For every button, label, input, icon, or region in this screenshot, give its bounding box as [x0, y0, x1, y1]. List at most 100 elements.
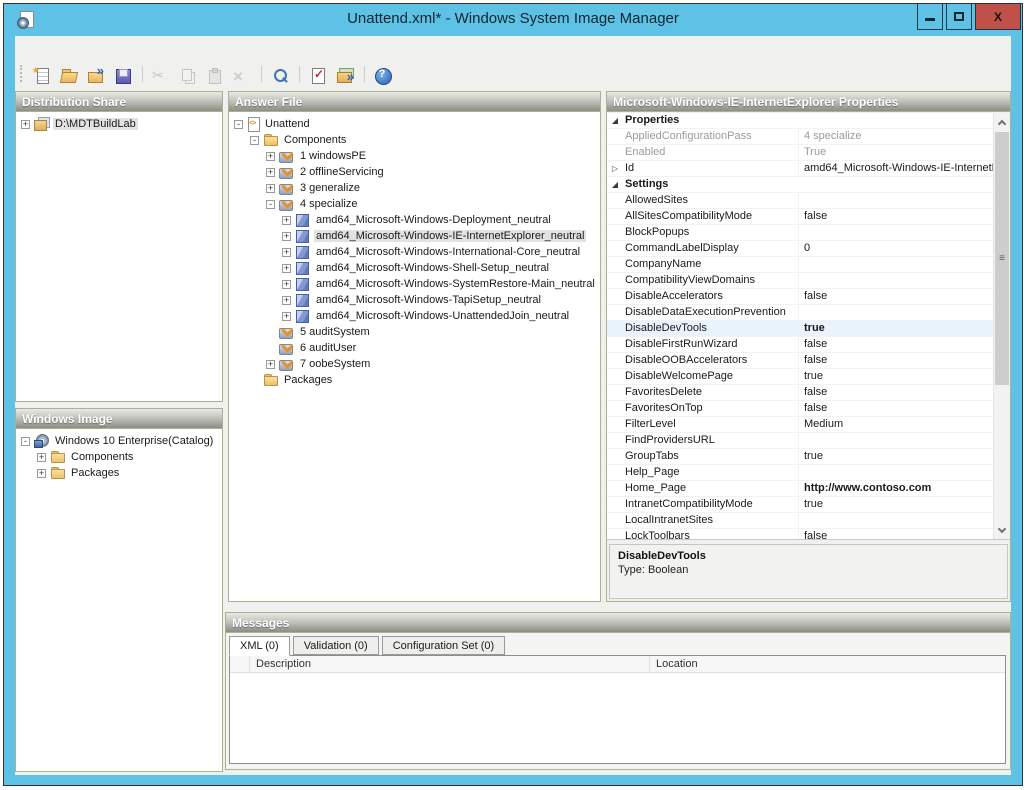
expander-icon[interactable]: +	[282, 296, 291, 305]
save-answer-file-button[interactable]	[111, 63, 136, 85]
maximize-button[interactable]	[946, 4, 972, 30]
tree-item-component[interactable]: + amd64_Microsoft-Windows-International-…	[229, 244, 600, 260]
BlockPopups[interactable]: BlockPopups	[607, 225, 993, 241]
expander-icon[interactable]: +	[266, 168, 275, 177]
Settings[interactable]: Settings	[607, 177, 993, 193]
open-distribution-share-button[interactable]	[84, 63, 109, 85]
property-value[interactable]: false	[799, 353, 993, 368]
menu-item[interactable]	[77, 44, 95, 52]
new-answer-file-button[interactable]	[30, 63, 55, 85]
tab-xml[interactable]: XML (0)	[229, 636, 290, 656]
AppliedConfigurationPass[interactable]: AppliedConfigurationPass 4 specialize	[607, 129, 993, 145]
property-value[interactable]: true	[799, 497, 993, 512]
expander-icon[interactable]: -	[234, 120, 243, 129]
Home_Page[interactable]: Home_Page http://www.contoso.com	[607, 481, 993, 497]
DisableDevTools[interactable]: DisableDevTools true	[607, 321, 993, 337]
menu-item[interactable]	[95, 44, 113, 52]
property-value[interactable]: 4 specialize	[799, 129, 993, 144]
tree-item-pass-4[interactable]: - 4 specialize	[229, 196, 600, 212]
tree-item-windows-image-root[interactable]: - Windows 10 Enterprise(Catalog)	[16, 433, 222, 449]
table-column-header[interactable]: Location	[650, 656, 1005, 672]
CommandLabelDisplay[interactable]: CommandLabelDisplay 0	[607, 241, 993, 257]
expander-icon[interactable]: +	[266, 360, 275, 369]
scroll-up-icon[interactable]	[994, 113, 1010, 130]
property-value[interactable]	[799, 465, 993, 480]
expander-icon[interactable]: +	[21, 120, 30, 129]
DisableWelcomePage[interactable]: DisableWelcomePage true	[607, 369, 993, 385]
tree-item-component[interactable]: + amd64_Microsoft-Windows-Shell-Setup_ne…	[229, 260, 600, 276]
minimize-button[interactable]	[917, 4, 943, 30]
DisableFirstRunWizard[interactable]: DisableFirstRunWizard false	[607, 337, 993, 353]
expander-icon[interactable]: +	[266, 184, 275, 193]
property-value[interactable]	[799, 193, 993, 208]
CompanyName[interactable]: CompanyName	[607, 257, 993, 273]
expander-icon[interactable]: +	[282, 216, 291, 225]
tree-item-packages[interactable]: + Packages	[16, 465, 222, 481]
DisableAccelerators[interactable]: DisableAccelerators false	[607, 289, 993, 305]
tree-item-components[interactable]: + Components	[16, 449, 222, 465]
tree-item-pass-1[interactable]: + 1 windowsPE	[229, 148, 600, 164]
find-button[interactable]	[268, 63, 293, 85]
expander-icon[interactable]: -	[266, 200, 275, 209]
validate-answer-file-button[interactable]	[306, 63, 331, 85]
property-value[interactable]: 0	[799, 241, 993, 256]
expander-icon[interactable]: +	[282, 312, 291, 321]
CompatibilityViewDomains[interactable]: CompatibilityViewDomains	[607, 273, 993, 289]
property-value[interactable]: false	[799, 401, 993, 416]
menu-item[interactable]	[59, 44, 77, 52]
property-value[interactable]: false	[799, 337, 993, 352]
expander-icon[interactable]: +	[266, 152, 275, 161]
tree-item-pass-3[interactable]: + 3 generalize	[229, 180, 600, 196]
property-value[interactable]: True	[799, 145, 993, 160]
toolbar-separator[interactable]	[364, 66, 365, 82]
property-value[interactable]	[799, 513, 993, 528]
expander-icon[interactable]: +	[37, 453, 46, 462]
tree-item-component[interactable]: + amd64_Microsoft-Windows-SystemRestore-…	[229, 276, 600, 292]
expander-icon[interactable]: +	[282, 264, 291, 273]
tree-item-pass-7[interactable]: + 7 oobeSystem	[229, 356, 600, 372]
FavoritesOnTop[interactable]: FavoritesOnTop false	[607, 401, 993, 417]
toolbar-separator[interactable]	[299, 66, 300, 82]
paste-button[interactable]	[203, 63, 228, 85]
LockToolbars[interactable]: LockToolbars false	[607, 529, 993, 540]
property-value[interactable]	[799, 225, 993, 240]
scrollbar-thumb[interactable]	[995, 132, 1009, 385]
tree-item-component[interactable]: + amd64_Microsoft-Windows-Deployment_neu…	[229, 212, 600, 228]
close-button[interactable]	[975, 4, 1021, 30]
tree-item-packages[interactable]: Packages	[229, 372, 600, 388]
LocalIntranetSites[interactable]: LocalIntranetSites	[607, 513, 993, 529]
property-value[interactable]: true	[799, 369, 993, 384]
property-value[interactable]: true	[799, 321, 993, 336]
property-value[interactable]: false	[799, 529, 993, 540]
vertical-scrollbar[interactable]	[993, 113, 1010, 539]
property-value[interactable]: amd64_Microsoft-Windows-IE-InternetExplo…	[799, 161, 993, 176]
FavoritesDelete[interactable]: FavoritesDelete false	[607, 385, 993, 401]
table-column-header[interactable]	[230, 656, 250, 672]
tree-item-unattend[interactable]: - Unattend	[229, 116, 600, 132]
property-value[interactable]: Medium	[799, 417, 993, 432]
open-answer-file-button[interactable]	[57, 63, 82, 85]
property-value[interactable]: false	[799, 209, 993, 224]
delete-button[interactable]	[230, 63, 255, 85]
tab-validation[interactable]: Validation (0)	[293, 636, 379, 655]
tree-item-pass-2[interactable]: + 2 offlineServicing	[229, 164, 600, 180]
FindProvidersURL[interactable]: FindProvidersURL	[607, 433, 993, 449]
expander-icon[interactable]: +	[282, 248, 291, 257]
expander-icon[interactable]: +	[282, 232, 291, 241]
menu-item[interactable]	[23, 44, 41, 52]
AllSitesCompatibilityMode[interactable]: AllSitesCompatibilityMode false	[607, 209, 993, 225]
Enabled[interactable]: Enabled True	[607, 145, 993, 161]
DisableOOBAccelerators[interactable]: DisableOOBAccelerators false	[607, 353, 993, 369]
expander-icon[interactable]: -	[250, 136, 259, 145]
help-button[interactable]	[371, 63, 396, 85]
toolbar-separator[interactable]	[142, 66, 143, 82]
AllowedSites[interactable]: AllowedSites	[607, 193, 993, 209]
tree-item-pass-5[interactable]: 5 auditSystem	[229, 324, 600, 340]
GroupTabs[interactable]: GroupTabs true	[607, 449, 993, 465]
tree-item-components[interactable]: - Components	[229, 132, 600, 148]
tree-item-pass-6[interactable]: 6 auditUser	[229, 340, 600, 356]
Id[interactable]: Id amd64_Microsoft-Windows-IE-InternetEx…	[607, 161, 993, 177]
copy-button[interactable]	[176, 63, 201, 85]
IntranetCompatibilityMode[interactable]: IntranetCompatibilityMode true	[607, 497, 993, 513]
expander-icon[interactable]: -	[21, 437, 30, 446]
